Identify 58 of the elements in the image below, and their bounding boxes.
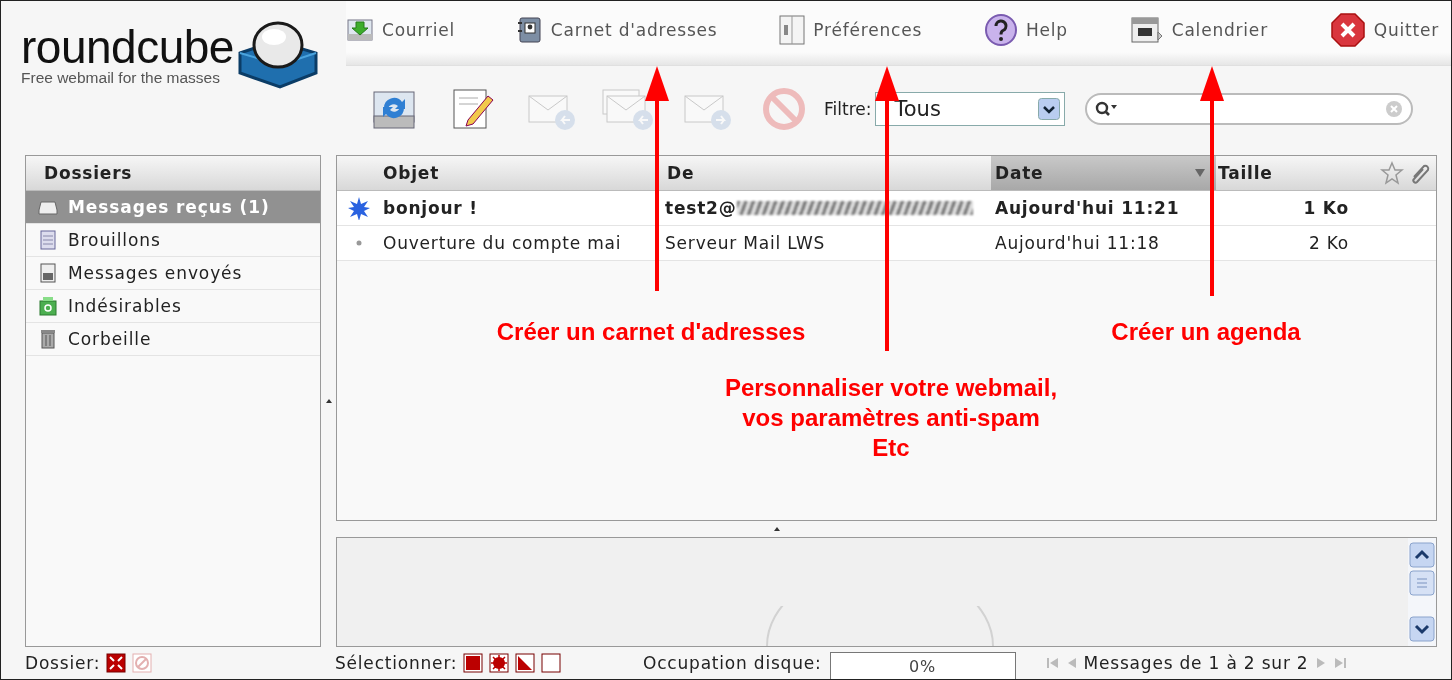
collapse-icon[interactable] (106, 653, 127, 673)
annotation-text: Personnaliser votre webmail, vos paramètres anti-spam Etc (723, 373, 1059, 463)
annotation-text: Créer un carnet d'adresses (495, 317, 807, 347)
star-icon[interactable] (1380, 161, 1404, 185)
folder-panel-title: Dossiers (26, 156, 320, 191)
sender-cell: Serveur Mail LWS (665, 233, 826, 253)
select-all-icon[interactable] (463, 653, 484, 673)
close-icon (1329, 11, 1366, 48)
folder-item[interactable]: Indésirables (26, 290, 320, 323)
folder-actions-label: Dossier: (25, 653, 101, 673)
select-label: Sélectionner: (335, 653, 458, 673)
column-header[interactable]: Objet (381, 156, 665, 190)
nav-link[interactable]: Courriel (346, 15, 456, 50)
recycle-bin-icon (38, 296, 58, 316)
trash-icon (38, 329, 58, 349)
splitter-handle-icon[interactable] (325, 398, 332, 404)
column-header[interactable]: Taille (1216, 156, 1361, 190)
select-invert-icon[interactable] (515, 653, 536, 673)
search-field[interactable] (1085, 93, 1414, 126)
size-cell-text: 1 Ko (1302, 198, 1350, 218)
address-book-icon (516, 15, 543, 44)
subject-cell-text: bonjour ! (382, 198, 479, 218)
message-row[interactable]: Ouverture du compte mai Serveur Mail LWS Aujourd'hui 11:18 2 Ko (337, 226, 1436, 261)
folder-item[interactable]: Corbeille (26, 323, 320, 356)
new-message-icon (347, 196, 371, 220)
nav-link[interactable]: Carnet d'adresses (516, 15, 718, 50)
filter-dropdown[interactable]: Tous (875, 92, 1066, 127)
column-header[interactable]: Date (991, 156, 1216, 190)
folder-item[interactable]: Brouillons (26, 224, 320, 257)
filter-label: Filtre: (824, 99, 872, 120)
nav-link[interactable]: Quitter (1329, 11, 1439, 54)
select-none-icon[interactable] (541, 653, 562, 673)
sender-cell: test2@ (665, 198, 737, 218)
splitter-handle-icon[interactable] (773, 526, 780, 532)
quota-label: Occupation disque: (643, 653, 822, 673)
message-row[interactable]: bonjour ! test2@ Aujourd'hui 11:21 1 Ko (337, 191, 1436, 226)
column-header[interactable]: De (665, 156, 991, 190)
scroll-up-icon[interactable] (1409, 542, 1435, 568)
help-icon (983, 12, 1018, 47)
folder-item[interactable]: Messages envoyés (26, 257, 320, 290)
document-icon (38, 230, 58, 250)
date-cell-text: Aujourd'hui 11:21 (994, 198, 1181, 218)
scrollbar[interactable] (1408, 538, 1436, 646)
annotation-text: Créer un agenda (1110, 317, 1302, 347)
nav-link[interactable]: Préférences (779, 14, 923, 51)
quota-reading: 0% (908, 657, 938, 676)
date-cell-text: Aujourd'hui 11:18 (994, 233, 1161, 253)
subject-cell-text: Ouverture du compte mai (382, 233, 623, 253)
nav-link[interactable]: Calendrier (1129, 13, 1268, 52)
read-dot-icon (356, 240, 362, 246)
pagination-text: Messages de 1 à 2 sur 2 (1083, 653, 1309, 673)
scroll-thumb-icon[interactable] (1409, 570, 1435, 596)
select-unread-icon[interactable] (489, 653, 510, 673)
nav-link[interactable]: Help (983, 12, 1068, 53)
size-cell-text: 2 Ko (1307, 233, 1350, 253)
scroll-down-icon[interactable] (1409, 616, 1435, 642)
sort-descending-icon (1194, 168, 1206, 178)
switch-panel-icon (779, 14, 806, 45)
